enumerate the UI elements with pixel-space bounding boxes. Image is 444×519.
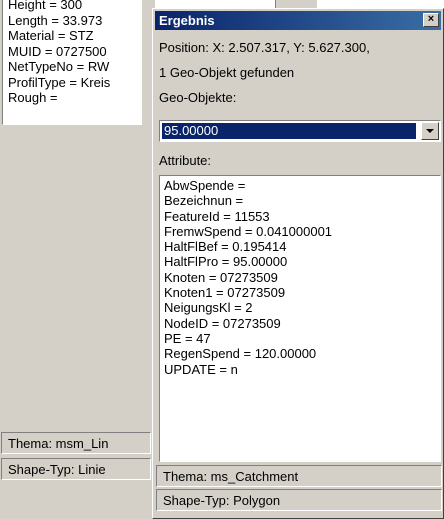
attribute-item[interactable]: NetTypeNo = RW <box>8 59 141 75</box>
attribute-item[interactable]: FremwSpend = 0.041000001 <box>164 224 440 239</box>
attribute-item[interactable]: ProfilType = Kreis <box>8 75 141 91</box>
attribute-item[interactable]: RegenSpend = 120.00000 <box>164 346 440 361</box>
geo-objects-label: Geo-Objekte: <box>159 90 237 105</box>
attribute-item[interactable]: MUID = 0727500 <box>8 44 141 60</box>
found-count-text: 1 Geo-Objekt gefunden <box>159 65 295 80</box>
background-thema-field: Thema: msm_Lin <box>1 432 151 454</box>
geo-objects-selected-value: 95.00000 <box>162 123 416 139</box>
attribute-item[interactable]: Knoten = 07273509 <box>164 270 440 285</box>
shape-type-field: Shape-Typ: Polygon <box>156 489 442 511</box>
position-text: Position: X: 2.507.317, Y: 5.627.300, <box>159 40 370 55</box>
attribute-item[interactable]: AbwSpende = <box>164 178 440 193</box>
dialog-title: Ergebnis <box>159 13 215 28</box>
attribute-item[interactable]: Length = 33.973 <box>8 13 141 29</box>
result-dialog: Ergebnis × Position: X: 2.507.317, Y: 5.… <box>152 8 444 519</box>
attribute-item[interactable]: FeatureId = 11553 <box>164 209 440 224</box>
attribute-item[interactable]: HaltFlPro = 95.00000 <box>164 254 440 269</box>
close-button[interactable]: × <box>423 13 439 27</box>
dropdown-button[interactable] <box>421 122 439 140</box>
background-attribute-list: Height = 300 Length = 33.973 Material = ST… <box>2 0 142 125</box>
geo-objects-select[interactable]: 95.00000 <box>159 120 441 142</box>
attribute-item[interactable]: PE = 47 <box>164 331 440 346</box>
attribute-item[interactable]: UPDATE = n <box>164 362 440 377</box>
attribute-item[interactable]: Height = 300 <box>8 0 141 13</box>
background-shape-type-field: Shape-Typ: Linie <box>1 458 151 480</box>
close-icon: × <box>427 13 435 25</box>
attribute-item[interactable]: Knoten1 = 07273509 <box>164 285 440 300</box>
attribute-item[interactable]: Material = STZ <box>8 28 141 44</box>
attribute-item[interactable]: NodeID = 07273509 <box>164 316 440 331</box>
title-bar[interactable]: Ergebnis × <box>155 11 441 30</box>
attribute-item[interactable]: NeigungsKl = 2 <box>164 300 440 315</box>
attribute-item[interactable]: Rough = <box>8 90 141 106</box>
chevron-down-icon <box>426 129 434 133</box>
attribute-item[interactable]: HaltFlBef = 0.195414 <box>164 239 440 254</box>
attributes-label: Attribute: <box>159 153 212 168</box>
attribute-item[interactable]: Bezeichnun = <box>164 193 440 208</box>
thema-field: Thema: ms_Catchment <box>156 465 442 487</box>
background-window: Height = 300 Length = 33.973 Material = ST… <box>0 0 155 519</box>
attributes-listbox[interactable]: AbwSpende = Bezeichnun = FeatureId = 11553… <box>159 175 441 462</box>
